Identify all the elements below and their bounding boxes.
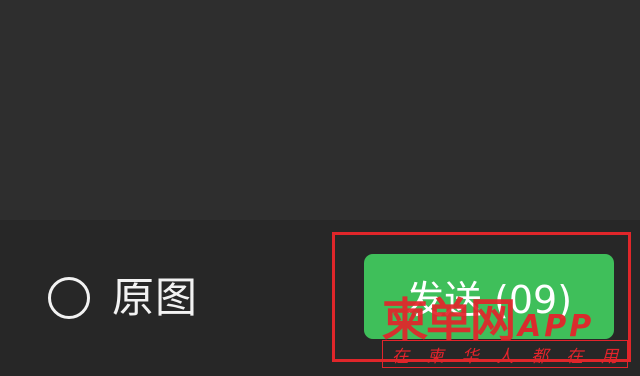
radio-circle-icon[interactable]	[48, 277, 90, 319]
original-image-label: 原图	[112, 273, 199, 322]
original-image-toggle[interactable]: 原图	[48, 274, 198, 322]
send-button-label: 发送 (09)	[405, 278, 573, 322]
send-button[interactable]: 发送 (09)	[364, 254, 614, 339]
image-preview-area	[0, 0, 640, 220]
